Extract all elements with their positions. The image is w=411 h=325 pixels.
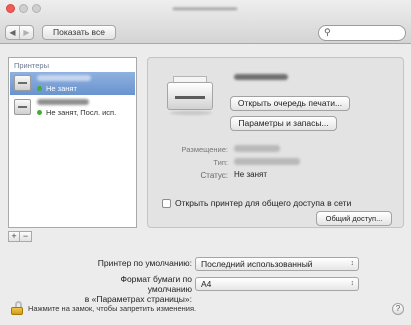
printer-details-panel: Открыть очередь печати... Параметры и за… bbox=[147, 57, 404, 228]
printer-list[interactable]: Принтеры Не занят Не занят, Посл. исп. bbox=[8, 57, 137, 228]
title-bar: ▬▬▬▬▬▬▬▬ ◀ ▶ Показать все ⚲ bbox=[0, 0, 411, 44]
close-window-button[interactable] bbox=[6, 4, 15, 13]
default-paper-label-line1: Формат бумаги по умолчанию bbox=[120, 274, 192, 294]
default-printer-popup[interactable]: Последний использованный ↕ bbox=[195, 257, 359, 271]
status-value: Не занят bbox=[234, 170, 267, 179]
printer-list-item-selected[interactable]: Не занят bbox=[10, 72, 135, 95]
share-printer-checkbox[interactable] bbox=[162, 198, 171, 208]
search-icon: ⚲ bbox=[324, 27, 331, 37]
type-value-redacted bbox=[234, 158, 300, 165]
status-dot-icon bbox=[37, 110, 42, 115]
lock-icon[interactable] bbox=[11, 301, 23, 315]
printer-list-item[interactable]: Не занят, Посл. исп. bbox=[10, 96, 135, 119]
status-dot-icon bbox=[37, 86, 42, 91]
forward-button[interactable]: ▶ bbox=[19, 26, 33, 39]
printer-icon bbox=[14, 75, 31, 91]
search-field[interactable]: ⚲ bbox=[318, 25, 406, 41]
lock-hint-text: Нажмите на замок, чтобы запретить измене… bbox=[28, 304, 197, 313]
printers-preferences-window: ▬▬▬▬▬▬▬▬ ◀ ▶ Показать все ⚲ Принтеры Не … bbox=[0, 0, 411, 325]
show-all-button[interactable]: Показать все bbox=[42, 25, 116, 40]
printer-status-line: Не занят, Посл. исп. bbox=[37, 108, 116, 117]
printer-status-text: Не занят bbox=[46, 84, 77, 93]
printer-list-header: Принтеры bbox=[14, 61, 49, 70]
printer-name-redacted bbox=[234, 74, 288, 80]
popup-arrows-icon: ↕ bbox=[350, 260, 355, 267]
zoom-window-button[interactable] bbox=[32, 4, 41, 13]
share-printer-label[interactable]: Открыть принтер для общего доступа в сет… bbox=[175, 198, 351, 208]
default-paper-value: A4 bbox=[201, 279, 212, 289]
popup-arrows-icon: ↕ bbox=[350, 280, 355, 287]
minimize-window-button[interactable] bbox=[19, 4, 28, 13]
default-printer-label: Принтер по умолчанию: bbox=[97, 258, 192, 268]
back-button[interactable]: ◀ bbox=[6, 26, 19, 39]
printer-name-redacted bbox=[37, 99, 89, 105]
printer-icon bbox=[14, 99, 31, 115]
printer-icon bbox=[166, 72, 216, 122]
back-forward-control: ◀ ▶ bbox=[5, 25, 34, 40]
default-paper-label-line2: в «Параметрах страницы»: bbox=[84, 294, 192, 304]
open-print-queue-button[interactable]: Открыть очередь печати... bbox=[230, 96, 350, 111]
remove-printer-button[interactable]: − bbox=[20, 231, 32, 242]
printer-name-redacted bbox=[37, 75, 91, 81]
help-button[interactable]: ? bbox=[392, 303, 404, 315]
add-remove-control: + − bbox=[8, 231, 32, 242]
default-paper-label: Формат бумаги по умолчанию в «Параметрах… bbox=[82, 274, 192, 304]
location-value-redacted bbox=[234, 145, 280, 152]
default-printer-value: Последний использованный bbox=[201, 259, 313, 269]
printer-status-text: Не занят, Посл. исп. bbox=[46, 108, 117, 117]
sharing-preferences-button[interactable]: Общий доступ... bbox=[316, 211, 392, 226]
location-label: Размещение: bbox=[181, 145, 228, 154]
window-title: ▬▬▬▬▬▬▬▬ bbox=[173, 3, 237, 12]
options-supplies-button[interactable]: Параметры и запасы... bbox=[230, 116, 337, 131]
default-paper-popup[interactable]: A4 ↕ bbox=[195, 277, 359, 291]
type-label: Тип: bbox=[213, 158, 228, 167]
printer-status-line: Не занят bbox=[37, 84, 77, 93]
add-printer-button[interactable]: + bbox=[8, 231, 20, 242]
share-printer-row[interactable]: Открыть принтер для общего доступа в сет… bbox=[162, 198, 351, 208]
status-label: Статус: bbox=[200, 171, 228, 180]
search-input[interactable] bbox=[334, 27, 406, 41]
